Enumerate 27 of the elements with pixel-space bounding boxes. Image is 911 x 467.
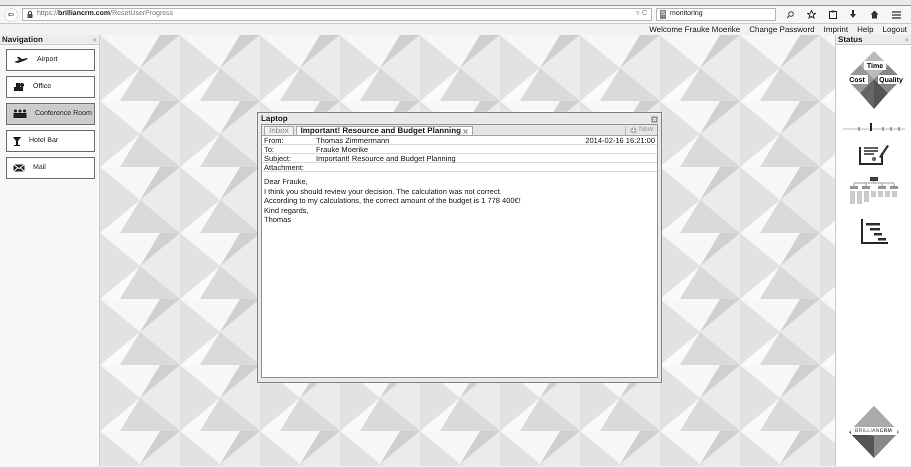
cocktail-glass-icon [13, 136, 21, 146]
header-link[interactable]: Logout [882, 24, 907, 36]
header-link[interactable]: Change Password [749, 24, 815, 36]
document-edit-icon [858, 143, 888, 165]
tab[interactable]: Important! Resource and Budget Planning [296, 126, 474, 135]
panel-title: Navigation [2, 34, 43, 46]
home-icon [870, 10, 879, 19]
people-group-icon [13, 109, 27, 119]
slider[interactable] [842, 123, 904, 131]
envelope-icon [13, 163, 25, 173]
slider-thumb[interactable] [870, 123, 872, 131]
clipboard-icon [828, 10, 837, 19]
plane-icon [13, 55, 29, 65]
back-button[interactable]: ⇦ [4, 8, 18, 22]
lock-icon [27, 11, 33, 18]
panel-title: Status [838, 34, 862, 46]
gantt-chart-icon [860, 219, 888, 245]
slider-track-icon [842, 124, 904, 133]
header-link[interactable]: Imprint [824, 24, 848, 36]
desk-worker-icon [13, 82, 25, 92]
search-icon [786, 10, 794, 18]
download-icon [849, 10, 858, 19]
header-link[interactable]: Help [857, 24, 874, 36]
star-icon [806, 10, 816, 19]
menu-icon [892, 10, 901, 18]
welcome-text: Welcome Frauke Moerike [649, 24, 740, 36]
window-title: Laptop [261, 113, 288, 125]
